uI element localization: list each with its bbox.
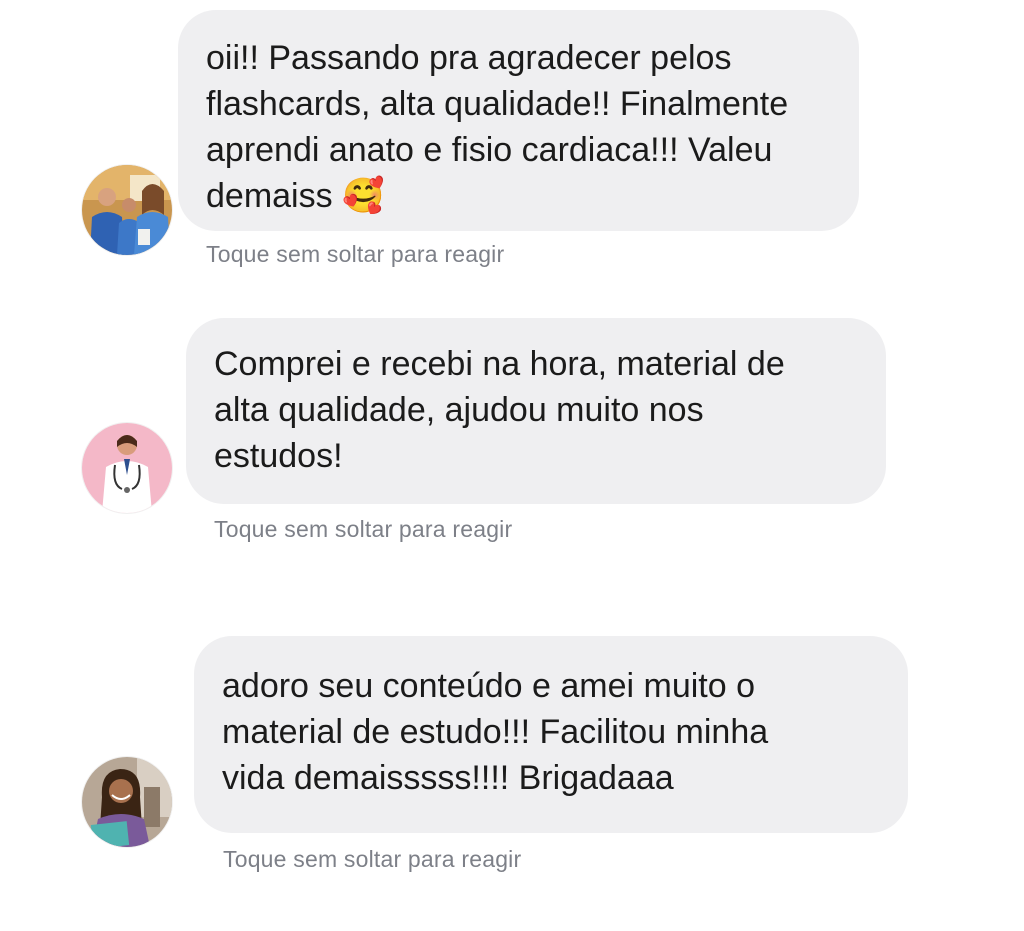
chat-message: adoro seu conteúdo e amei muito o materi… [0, 0, 1024, 900]
sender-avatar[interactable] [82, 757, 172, 847]
avatar-student-with-book-icon [82, 757, 172, 847]
reaction-hint: Toque sem soltar para reagir [223, 846, 522, 872]
message-text: adoro seu conteúdo e amei muito o materi… [222, 667, 769, 797]
message-bubble[interactable]: adoro seu conteúdo e amei muito o materi… [194, 636, 908, 833]
